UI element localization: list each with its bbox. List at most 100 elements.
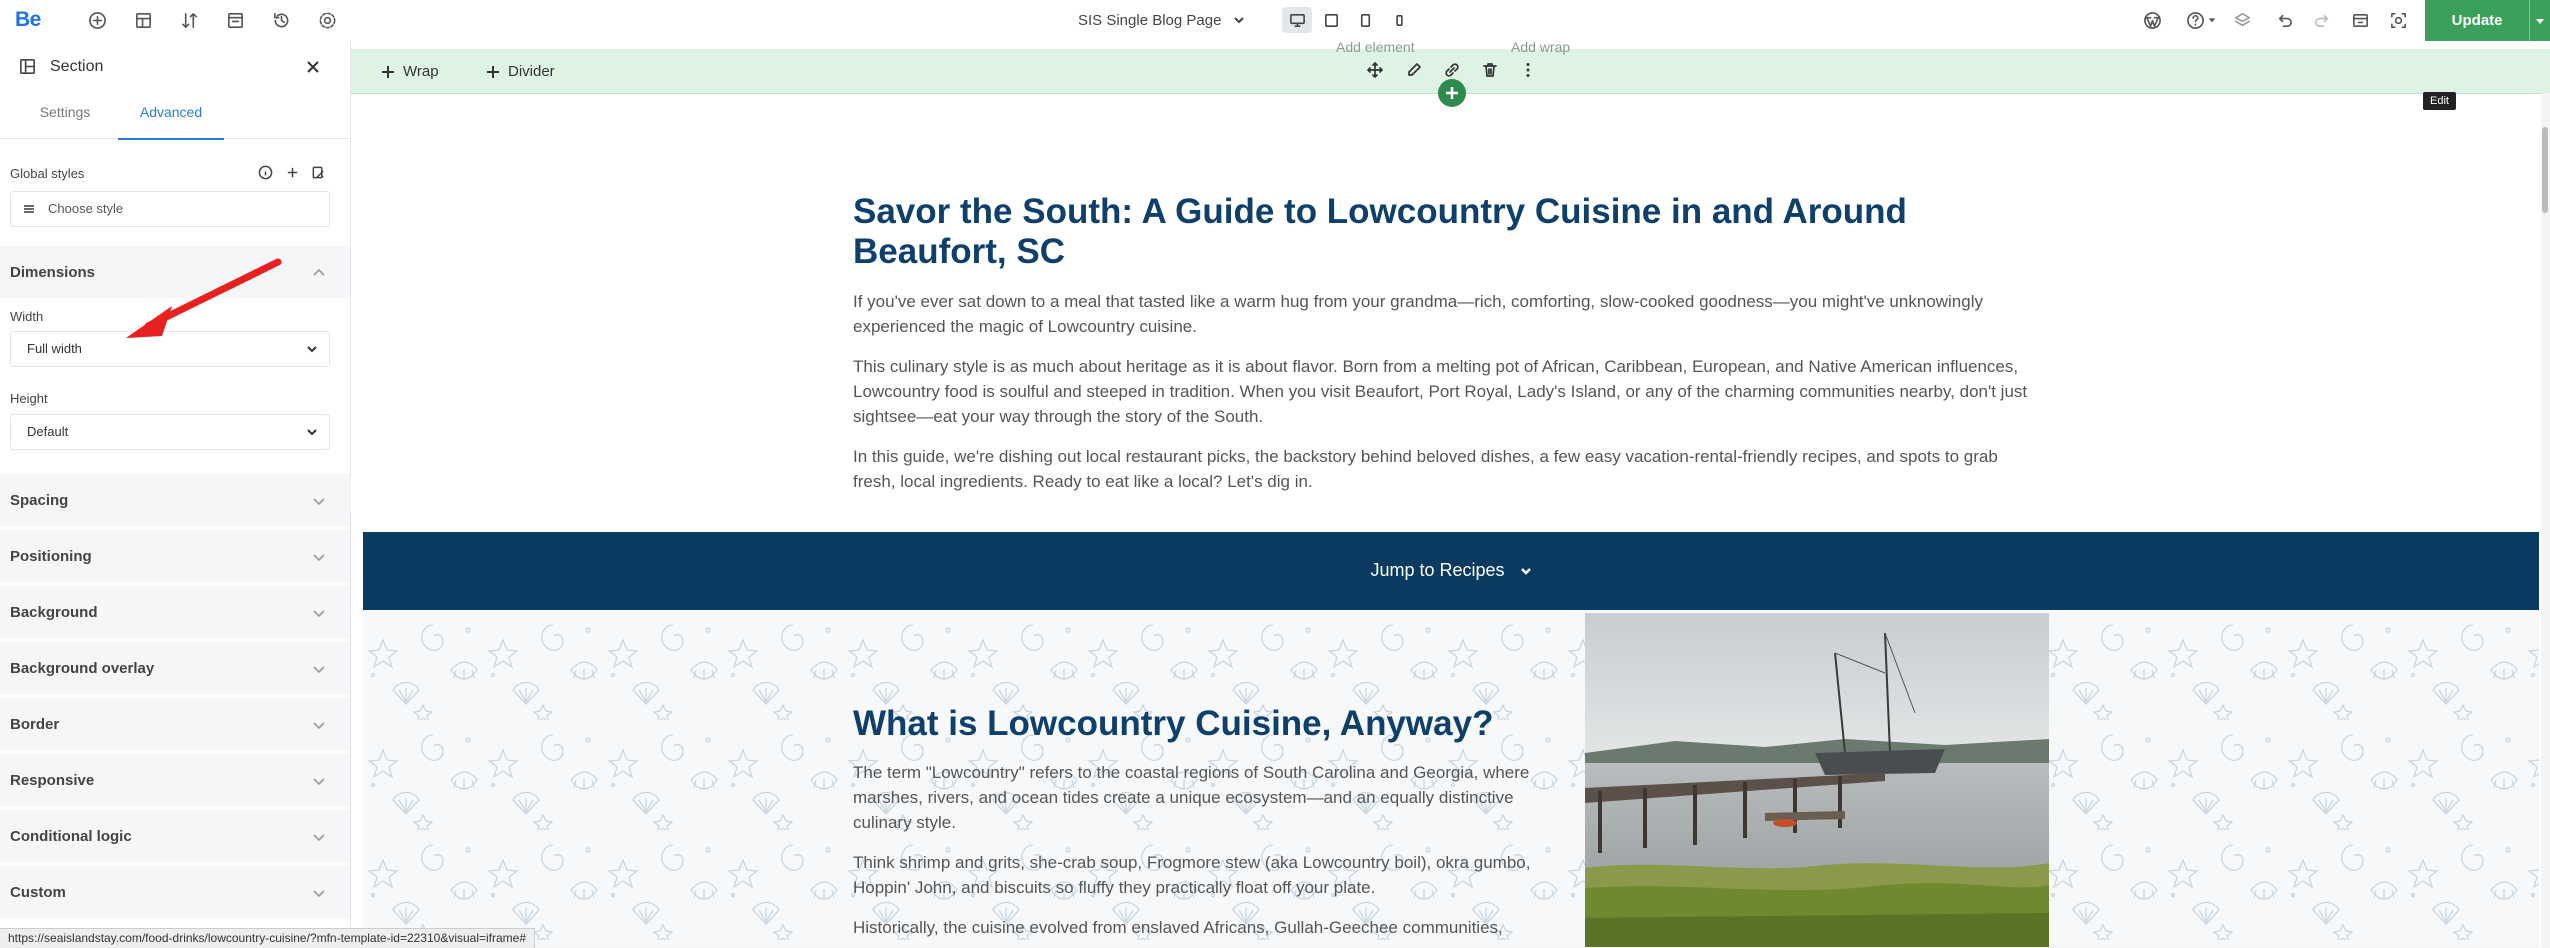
intro-paragraph-1: If you've ever sat down to a meal that t… [853, 292, 1983, 336]
add-style-icon[interactable] [285, 165, 301, 181]
template-icon[interactable] [225, 10, 245, 30]
tablet-icon [1324, 13, 1338, 27]
update-options-caret[interactable] [2529, 0, 2550, 41]
dimensions-section-title: Dimensions [10, 264, 96, 281]
chevron-down-icon [1231, 12, 1247, 28]
add-divider-label: Divider [508, 63, 555, 80]
plus-icon [1446, 87, 1458, 99]
global-style-select[interactable]: Choose style [10, 191, 330, 227]
plus-icon [382, 65, 394, 78]
sort-icon[interactable] [179, 10, 199, 30]
canvas-scrollbar-thumb[interactable] [2542, 127, 2548, 213]
tablet-view-button[interactable] [1316, 7, 1346, 33]
height-value: Default [27, 424, 69, 439]
section-paragraph-2: Think shrimp and grits, she-crab soup, F… [853, 853, 1531, 897]
width-value: Full width [27, 341, 82, 356]
jump-to-recipes-bar[interactable]: Jump to Recipes [363, 532, 2539, 610]
manage-styles-icon[interactable] [311, 165, 327, 181]
conditional-logic-section-header[interactable]: Conditional logic [0, 810, 350, 862]
tab-advanced[interactable]: Advanced [118, 96, 224, 140]
background-overlay-section-title: Background overlay [10, 660, 155, 677]
border-section-header[interactable]: Border [0, 698, 350, 750]
responsive-section-header[interactable]: Responsive [0, 754, 350, 806]
panel-title: Section [50, 58, 104, 75]
wordpress-icon[interactable] [2142, 10, 2162, 30]
edit-tooltip: Edit [2423, 92, 2456, 110]
close-icon[interactable] [302, 56, 324, 78]
section-paragraph-3: Historically, the cuisine evolved from e… [853, 918, 1503, 937]
intro-paragraph-3: In this guide, we're dishing out local r… [853, 447, 1998, 491]
chevron-down-icon [313, 722, 325, 730]
section-icon [18, 57, 38, 77]
tab-settings[interactable]: Settings [30, 96, 100, 138]
preview-window-icon[interactable] [2350, 10, 2370, 30]
info-icon[interactable] [258, 165, 274, 181]
layout-icon[interactable] [133, 10, 153, 30]
background-section-header[interactable]: Background [0, 586, 350, 638]
undo-icon[interactable] [2274, 10, 2294, 30]
desktop-view-button[interactable] [1282, 7, 1312, 33]
status-bar-url: https://seaislandstay.com/food-drinks/lo… [0, 928, 536, 948]
history-icon[interactable] [271, 10, 291, 30]
top-toolbar: Be SIS Single Blog Page Update [0, 0, 2550, 42]
chevron-down-icon [313, 778, 325, 786]
height-select[interactable]: Default [10, 414, 330, 450]
intro-paragraph-2: This culinary style is as much about her… [853, 357, 2028, 426]
panel-tabs: Settings Advanced [0, 96, 350, 140]
mobile-icon [1395, 14, 1403, 26]
chevron-up-icon [313, 268, 325, 276]
custom-section-header[interactable]: Custom [0, 866, 350, 918]
screenshot-icon[interactable] [2388, 10, 2408, 30]
chevron-down-icon [307, 346, 317, 353]
layers-icon[interactable] [2232, 10, 2252, 30]
add-section-button[interactable] [1438, 79, 1466, 107]
tablet-portrait-icon [1360, 13, 1370, 27]
move-icon[interactable] [1366, 61, 1386, 81]
annotation-arrow [126, 258, 282, 338]
chevron-down-icon [313, 610, 325, 618]
add-divider-button[interactable]: Divider [486, 63, 555, 80]
chevron-down-icon [307, 429, 317, 436]
width-label: Width [10, 309, 44, 324]
background-overlay-section-header[interactable]: Background overlay [0, 642, 350, 694]
conditional-logic-section-title: Conditional logic [10, 828, 132, 845]
positioning-section-header[interactable]: Positioning [0, 530, 350, 582]
edit-icon[interactable] [1405, 61, 1425, 81]
dock-photo-illustration [1585, 613, 2049, 947]
desktop-icon [1289, 13, 1305, 27]
section-settings-panel: Section Settings Advanced Global styles … [0, 41, 351, 932]
betheme-logo[interactable]: Be [15, 8, 41, 32]
canvas-scrollbar[interactable] [2541, 93, 2550, 947]
jump-to-recipes-text: Jump to Recipes [363, 560, 2539, 581]
redo-icon[interactable] [2312, 10, 2332, 30]
page-selector-label: SIS Single Blog Page [1078, 11, 1222, 29]
global-styles-label: Global styles [10, 166, 85, 181]
section-paragraph-1: The term "Lowcountry" refers to the coas… [853, 763, 1530, 832]
spacing-section-header[interactable]: Spacing [0, 474, 350, 526]
height-label: Height [10, 391, 48, 406]
dock-photo [1585, 613, 2049, 947]
delete-icon[interactable] [1481, 61, 1501, 81]
duplicate-icon[interactable] [1443, 61, 1463, 81]
more-options-icon[interactable] [1519, 61, 1539, 81]
help-icon[interactable] [2185, 10, 2217, 30]
chevron-down-icon [313, 890, 325, 898]
settings-icon[interactable] [317, 10, 337, 30]
add-wrap-button[interactable]: Wrap [381, 63, 439, 80]
chevron-down-icon [313, 666, 325, 674]
section-heading-lowcountry: What is Lowcountry Cuisine, Anyway? [853, 704, 1494, 743]
list-icon [24, 205, 34, 213]
page-selector[interactable]: SIS Single Blog Page [1078, 9, 1247, 31]
add-wrap-ghost: Add wrap [1511, 41, 1571, 55]
positioning-section-title: Positioning [10, 548, 92, 565]
tablet-portrait-view-button[interactable] [1350, 7, 1380, 33]
chevron-down-icon [313, 554, 325, 562]
plus-icon [487, 65, 499, 78]
background-section-title: Background [10, 604, 98, 621]
mobile-view-button[interactable] [1384, 7, 1414, 33]
article-title: Savor the South: A Guide to Lowcountry C… [853, 192, 1907, 271]
update-button[interactable]: Update [2425, 0, 2550, 41]
caret-down-icon [2536, 18, 2545, 24]
add-icon[interactable] [87, 10, 107, 30]
chevron-down-icon [1520, 568, 1531, 576]
